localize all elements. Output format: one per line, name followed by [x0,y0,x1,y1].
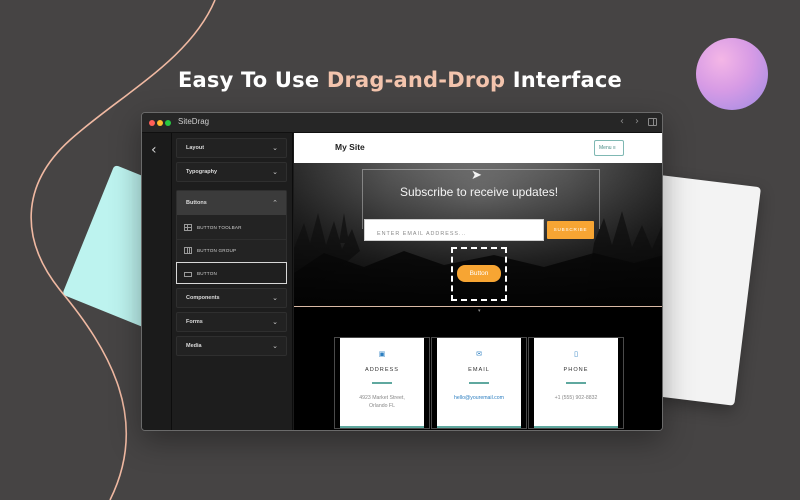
email-link[interactable]: hello@youremail.com [437,394,521,402]
resize-handle-icon[interactable]: ▾ [478,308,481,314]
contact-card-email[interactable]: ✉ EMAIL hello@youremail.com [431,337,527,429]
app-title: SiteDrag [178,117,210,126]
building-icon: ▣ [378,350,386,358]
headline-accent: Drag-and-Drop [326,68,506,92]
section-divider [294,306,662,307]
title-bar: SiteDrag ‹ › [142,113,662,133]
minimize-window-button[interactable] [157,120,163,126]
card-body: ▣ ADDRESS 4923 Market Street, Orlando FL [340,338,424,428]
card-title: EMAIL [468,367,490,373]
zoom-window-button[interactable] [165,120,171,126]
component-label: BUTTON [197,271,218,276]
chevron-down-icon: ⌄ [272,342,278,350]
components-panel: Layout ⌄ Typography ⌄ Buttons ⌃ BUTTON T… [172,133,293,430]
headline-prefix: Easy To Use [178,68,327,92]
back-arrow-icon[interactable]: ‹ [151,143,157,157]
chevron-up-icon: ⌃ [272,199,278,207]
accordion-forms[interactable]: Forms ⌄ [176,312,287,332]
headline: Easy To Use Drag-and-Drop Interface [0,68,800,92]
menu-button[interactable]: Menu ≡ [594,140,624,156]
card-bottom-border [534,426,618,428]
card-text: +1 (555) 902-8832 [554,395,598,401]
card-divider [372,382,392,384]
accordion-label: Components [186,295,220,301]
email-field[interactable] [365,224,543,244]
sidebar-toggle-icon[interactable] [648,118,657,126]
email-field-wrapper [364,219,544,244]
component-button-group[interactable]: BUTTON GROUP [177,240,286,262]
accordion-label: Layout [186,145,205,151]
card-divider [469,382,489,384]
site-title: My Site [335,142,365,152]
accordion-label: Buttons [186,200,207,206]
component-label: BUTTON GROUP [197,248,237,253]
paper-plane-icon: ➤ [471,168,482,183]
card-text: 4923 Market Street, Orlando FL [359,395,405,409]
contact-card-address[interactable]: ▣ ADDRESS 4923 Market Street, Orlando FL [334,337,430,429]
hero-section[interactable]: ➤ Subscribe to receive updates! SUBSCRIB… [294,163,662,306]
chevron-down-icon: ⌄ [272,294,278,302]
editor-canvas[interactable]: My Site Menu ≡ ➤ Subscribe to receive up… [294,133,662,430]
accordion-label: Forms [186,319,203,325]
chevron-left-icon[interactable]: ‹ [620,116,624,128]
envelope-icon: ✉ [476,350,482,358]
accordion-typography[interactable]: Typography ⌄ [176,162,287,182]
chevron-down-icon: ⌄ [272,318,278,326]
phone-icon: ▯ [574,350,578,358]
component-button[interactable]: BUTTON [176,262,287,284]
contact-card-phone[interactable]: ▯ PHONE +1 (555) 902-8832 [528,337,624,429]
contact-section: ▣ ADDRESS 4923 Market Street, Orlando FL… [334,337,624,430]
accordion-layout[interactable]: Layout ⌄ [176,138,287,158]
app-window: SiteDrag ‹ › ‹ Layout ⌄ Typography ⌄ But… [141,112,663,431]
accordion-buttons-header[interactable]: Buttons ⌃ [177,191,286,215]
accordion-label: Typography [186,169,218,175]
chevron-down-icon: ⌄ [272,144,278,152]
card-body: ✉ EMAIL hello@youremail.com [437,338,521,428]
site-header[interactable]: My Site Menu ≡ [294,133,662,163]
chevron-down-icon: ⌄ [272,168,278,176]
button-icon [184,272,192,277]
accordion-components[interactable]: Components ⌄ [176,288,287,308]
dropped-button[interactable]: Button [457,265,501,282]
grid-icon [184,224,192,231]
card-body: ▯ PHONE +1 (555) 902-8832 [534,338,618,428]
component-label: BUTTON TOOLBAR [197,225,242,230]
columns-icon [184,247,192,254]
card-divider [566,382,586,384]
subscribe-button[interactable]: SUBSCRIBE [547,221,594,239]
chevron-right-icon[interactable]: › [635,116,639,128]
card-title: ADDRESS [364,367,400,373]
close-window-button[interactable] [149,120,155,126]
accordion-buttons: Buttons ⌃ BUTTON TOOLBAR BUTTON GROUP BU… [176,190,287,284]
card-title: PHONE [563,367,589,373]
accordion-media[interactable]: Media ⌄ [176,336,287,356]
component-button-toolbar[interactable]: BUTTON TOOLBAR [177,217,286,239]
left-rail: ‹ [142,133,172,430]
headline-suffix: Interface [505,68,622,92]
accordion-label: Media [186,343,202,349]
card-bottom-border [340,426,424,428]
hero-title: Subscribe to receive updates! [399,185,559,199]
card-bottom-border [437,426,521,428]
